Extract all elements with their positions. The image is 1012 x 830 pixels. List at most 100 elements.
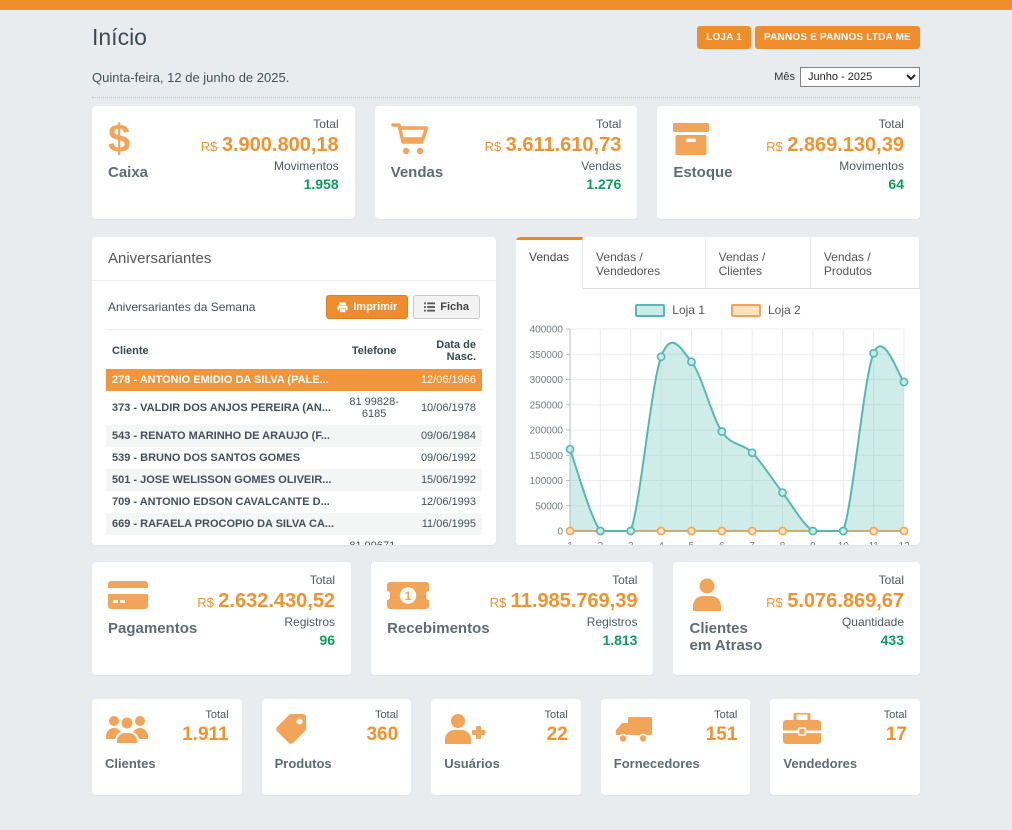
date-row: Quinta-feira, 12 de junho de 2025. Mês J… [92, 67, 920, 98]
svg-text:400000: 400000 [530, 325, 564, 336]
svg-text:11: 11 [868, 541, 879, 545]
month-filter: Mês Junho - 2025 [774, 67, 920, 87]
card-title: Vendedores [783, 756, 857, 771]
cart-icon [391, 118, 431, 160]
card-title: Clientes em Atraso [689, 620, 766, 654]
col-data-nasc: Data de Nasc. [408, 332, 482, 369]
total-value: 3.900.800,18 [222, 134, 339, 156]
tab-vendas[interactable]: Vendas [516, 237, 583, 289]
birthday-row[interactable]: 501 - JOSE WELISSON GOMES OLIVEIR...15/0… [106, 469, 482, 491]
svg-text:50000: 50000 [535, 501, 563, 512]
total-label: Total [182, 709, 229, 721]
loja2-swatch [731, 304, 761, 317]
birthday-row[interactable]: 539 - BRUNO DOS SANTOS GOMES09/06/1992 [106, 447, 482, 469]
count-label: Quantidade [766, 616, 904, 630]
count-value: 1.276 [485, 176, 622, 192]
total-label: Total [766, 574, 904, 588]
print-button[interactable]: Imprimir [326, 295, 408, 319]
total-label: Total [545, 709, 568, 721]
svg-text:10: 10 [838, 541, 850, 545]
total-value: 11.985.769,39 [511, 590, 638, 612]
svg-text:4: 4 [658, 541, 664, 545]
total-value: 360 [366, 724, 398, 746]
col-telefone: Telefone [340, 332, 408, 369]
svg-text:2: 2 [598, 541, 604, 545]
birthdays-panel-title: Aniversariantes [92, 237, 496, 281]
count-value: 96 [197, 632, 335, 648]
total-label: Total [490, 574, 638, 588]
count-label: Movimentos [201, 160, 339, 174]
recebimentos-card: 1 Recebimentos Total R$ 11.985.769,39 Re… [371, 562, 653, 675]
tab-vendas-clientes[interactable]: Vendas / Clientes [706, 237, 811, 288]
svg-text:9: 9 [810, 541, 816, 545]
birthdays-panel: Aniversariantes Aniversariantes da Seman… [92, 237, 496, 545]
svg-text:1: 1 [567, 541, 573, 545]
birthday-row[interactable]: 309 - ANA SEVERINA PAES DA SILVA81 99671… [106, 535, 482, 545]
sales-chart-panel: Vendas Vendas / Vendedores Vendas / Clie… [516, 237, 920, 545]
printer-icon [337, 302, 348, 313]
tab-vendas-vendedores[interactable]: Vendas / Vendedores [583, 237, 706, 288]
svg-text:0: 0 [557, 527, 563, 538]
tab-vendas-produtos[interactable]: Vendas / Produtos [811, 237, 920, 288]
svg-text:3: 3 [628, 541, 634, 545]
page-title: Início [92, 24, 147, 51]
total-value: 3.611.610,73 [506, 134, 622, 156]
legend-loja2: Loja 2 [731, 303, 801, 317]
briefcase-icon [783, 709, 821, 749]
produtos-card: Produtos Total 360 [262, 699, 412, 795]
store-button[interactable]: LOJA 1 [697, 26, 751, 49]
svg-text:250000: 250000 [530, 400, 564, 411]
birthday-row[interactable]: 278 - ANTONIO EMIDIO DA SILVA (PALE...12… [106, 369, 482, 391]
card-title: Vendas [391, 164, 444, 181]
card-title: Usuários [444, 756, 500, 771]
svg-text:7: 7 [749, 541, 755, 545]
summary-cards-bottom: Clientes Total 1.911 Produtos Total 360 [92, 699, 920, 795]
total-label: Total [766, 118, 904, 132]
birthday-row[interactable]: 709 - ANTONIO EDSON CAVALCANTE D...12/06… [106, 491, 482, 513]
total-value: 1.911 [182, 724, 229, 746]
money-bill-icon: 1 [387, 574, 429, 616]
currency: R$ [766, 139, 783, 154]
fornecedores-card: Fornecedores Total 151 [601, 699, 751, 795]
month-select[interactable]: Junho - 2025 [800, 67, 920, 87]
svg-text:350000: 350000 [530, 350, 564, 361]
users-icon [105, 709, 149, 749]
svg-text:150000: 150000 [530, 451, 564, 462]
count-value: 1.813 [490, 632, 638, 648]
summary-cards-top: $ Caixa Total R$ 3.900.800,18 Movimentos… [92, 106, 920, 219]
dollar-icon: $ [108, 118, 130, 160]
chart-legend: Loja 1 Loja 2 [516, 303, 920, 317]
list-icon [424, 302, 435, 312]
total-value: 5.076.869,67 [787, 590, 904, 612]
total-label: Total [201, 118, 339, 132]
currency: R$ [485, 139, 502, 154]
currency: R$ [766, 595, 783, 610]
total-label: Total [884, 709, 907, 721]
total-label: Total [706, 709, 738, 721]
chart-tabs: Vendas Vendas / Vendedores Vendas / Clie… [516, 237, 920, 289]
count-value: 64 [766, 176, 904, 192]
svg-text:12: 12 [898, 541, 910, 545]
total-value: 151 [706, 724, 738, 746]
svg-text:8: 8 [780, 541, 786, 545]
card-title: Pagamentos [108, 620, 197, 637]
card-title: Estoque [673, 164, 732, 181]
birthday-row[interactable]: 373 - VALDIR DOS ANJOS PEREIRA (AN...81 … [106, 391, 482, 425]
pagamentos-card: Pagamentos Total R$ 2.632.430,52 Registr… [92, 562, 351, 675]
birthdays-subtitle: Aniversariantes da Semana [108, 300, 255, 314]
main-container: Início LOJA 1 PANNOS E PANNOS LTDA ME Qu… [92, 10, 920, 795]
card-title: Fornecedores [614, 756, 700, 771]
header-buttons: LOJA 1 PANNOS E PANNOS LTDA ME [697, 26, 920, 49]
birthday-row[interactable]: 669 - RAFAELA PROCOPIO DA SILVA CA...11/… [106, 513, 482, 535]
credit-card-icon [108, 574, 148, 616]
svg-text:5: 5 [689, 541, 695, 545]
clientes-card: Clientes Total 1.911 [92, 699, 242, 795]
birthday-row[interactable]: 543 - RENATO MARINHO DE ARAUJO (F...09/0… [106, 425, 482, 447]
user-plus-icon [444, 709, 486, 749]
total-value: 17 [884, 724, 907, 746]
company-button[interactable]: PANNOS E PANNOS LTDA ME [755, 26, 920, 49]
ficha-button[interactable]: Ficha [413, 295, 480, 319]
count-label: Registros [490, 616, 638, 630]
tag-icon [275, 709, 309, 749]
svg-text:1: 1 [405, 589, 412, 603]
